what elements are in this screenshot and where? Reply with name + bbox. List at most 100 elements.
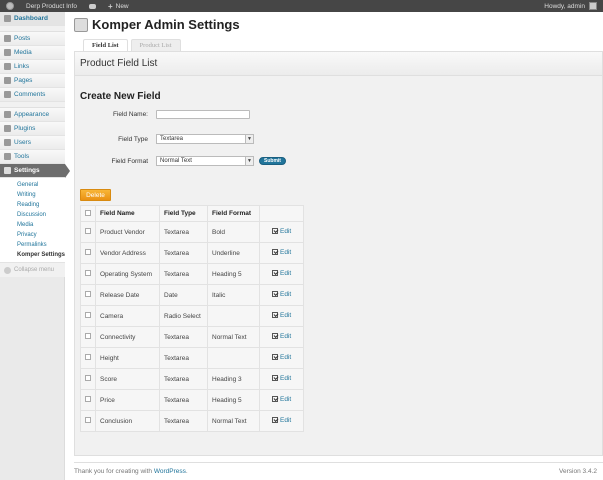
edit-label: Edit xyxy=(280,332,292,340)
edit-icon xyxy=(272,417,278,424)
actions-cell: Edit xyxy=(259,221,304,243)
edit-link[interactable]: Edit xyxy=(264,417,291,424)
row-checkbox[interactable] xyxy=(85,333,91,339)
row-checkbox[interactable] xyxy=(85,354,91,360)
edit-icon xyxy=(272,312,278,319)
edit-icon xyxy=(272,249,278,256)
edit-link[interactable]: Edit xyxy=(264,312,291,319)
edit-link[interactable]: Edit xyxy=(264,396,291,403)
row-checkbox[interactable] xyxy=(85,396,91,402)
menu-item-dashboard[interactable]: Dashboard xyxy=(0,12,65,26)
row-checkbox[interactable] xyxy=(85,291,91,297)
my-account-menu[interactable]: Howdy, admin xyxy=(538,0,603,12)
actions-cell: Edit xyxy=(259,305,304,327)
site-name-link[interactable]: Derp Product Info xyxy=(20,0,83,12)
users-icon xyxy=(4,139,11,146)
field-format-cell: Normal Text xyxy=(207,326,260,348)
new-content-menu[interactable]: + New xyxy=(102,0,135,12)
table-row: Camera Radio Select Edit xyxy=(80,305,304,327)
delete-button[interactable]: Delete xyxy=(80,189,111,201)
field-type-cell: Textarea xyxy=(159,242,208,264)
footer-thanks-suffix: . xyxy=(185,468,188,475)
row-checkbox[interactable] xyxy=(85,228,91,234)
submenu-item-komper-settings[interactable]: Komper Settings xyxy=(0,250,65,260)
menu-label: Settings xyxy=(14,167,40,174)
submenu-item-media[interactable]: Media xyxy=(0,220,65,230)
table-row: Conclusion Textarea Normal Text Edit xyxy=(80,410,304,432)
column-header-actions xyxy=(259,205,304,222)
wordpress-logo-icon xyxy=(6,2,14,10)
pin-icon xyxy=(4,35,11,42)
row-select-cell xyxy=(80,389,96,411)
submit-button[interactable]: Submit xyxy=(259,157,286,165)
field-format-cell: Heading 3 xyxy=(207,368,260,390)
tools-icon xyxy=(4,153,11,160)
menu-item-comments[interactable]: Comments xyxy=(0,88,65,102)
submenu-item-general[interactable]: General xyxy=(0,180,65,190)
row-checkbox[interactable] xyxy=(85,417,91,423)
field-type-select[interactable]: Textarea ▼ xyxy=(156,134,254,144)
tab-field-list[interactable]: Field List xyxy=(83,39,128,51)
edit-label: Edit xyxy=(280,416,292,424)
edit-label: Edit xyxy=(280,269,292,277)
fields-table: Field Name Field Type Field Format Produ… xyxy=(80,205,304,432)
menu-item-plugins[interactable]: Plugins xyxy=(0,122,65,136)
select-all-checkbox[interactable] xyxy=(85,209,91,216)
pages-icon xyxy=(4,77,11,84)
submenu-item-writing[interactable]: Writing xyxy=(0,190,65,200)
edit-link[interactable]: Edit xyxy=(264,291,291,298)
field-format-cell xyxy=(207,305,260,327)
menu-item-links[interactable]: Links xyxy=(0,60,65,74)
field-type-cell: Textarea xyxy=(159,410,208,432)
submenu-item-privacy[interactable]: Privacy xyxy=(0,230,65,240)
row-select-cell xyxy=(80,410,96,432)
edit-link[interactable]: Edit xyxy=(264,375,291,382)
field-format-select[interactable]: Normal Text ▼ xyxy=(156,156,254,166)
field-type-cell: Textarea xyxy=(159,389,208,411)
field-format-cell: Normal Text xyxy=(207,410,260,432)
collapse-menu-button[interactable]: Collapse menu xyxy=(0,263,65,277)
edit-link[interactable]: Edit xyxy=(264,333,291,340)
menu-item-pages[interactable]: Pages xyxy=(0,74,65,88)
menu-label: Comments xyxy=(14,91,46,98)
submenu-item-reading[interactable]: Reading xyxy=(0,200,65,210)
edit-link[interactable]: Edit xyxy=(264,228,291,235)
field-type-cell: Textarea xyxy=(159,326,208,348)
comments-link[interactable] xyxy=(83,0,102,12)
menu-item-users[interactable]: Users xyxy=(0,136,65,150)
row-select-cell xyxy=(80,368,96,390)
menu-item-appearance[interactable]: Appearance xyxy=(0,108,65,122)
row-checkbox[interactable] xyxy=(85,312,91,318)
field-type-cell: Textarea xyxy=(159,347,208,369)
row-select-cell xyxy=(80,221,96,243)
submenu-item-discussion[interactable]: Discussion xyxy=(0,210,65,220)
menu-item-tools[interactable]: Tools xyxy=(0,150,65,164)
field-name-cell: Release Date xyxy=(95,284,160,306)
row-checkbox[interactable] xyxy=(85,375,91,381)
appearance-icon xyxy=(4,111,11,118)
row-checkbox[interactable] xyxy=(85,249,91,255)
field-name-input[interactable] xyxy=(156,110,250,119)
menu-item-posts[interactable]: Posts xyxy=(0,32,65,46)
edit-link[interactable]: Edit xyxy=(264,249,291,256)
tab-bar: Field List Product List xyxy=(83,39,184,51)
menu-item-settings[interactable]: Settings xyxy=(0,164,70,178)
row-checkbox[interactable] xyxy=(85,270,91,276)
table-row: Price Textarea Heading 5 Edit xyxy=(80,389,304,411)
row-select-cell xyxy=(80,242,96,264)
field-name-cell: Price xyxy=(95,389,160,411)
submenu-item-permalinks[interactable]: Permalinks xyxy=(0,240,65,250)
edit-icon xyxy=(272,333,278,340)
edit-link[interactable]: Edit xyxy=(264,354,291,361)
settings-page-icon xyxy=(74,17,88,32)
settings-icon xyxy=(4,167,11,174)
wordpress-link[interactable]: WordPress xyxy=(154,468,186,475)
tab-product-list[interactable]: Product List xyxy=(130,39,181,51)
edit-link[interactable]: Edit xyxy=(264,270,291,277)
row-select-cell xyxy=(80,305,96,327)
wp-logo-menu[interactable] xyxy=(0,0,20,12)
field-format-cell: Underline xyxy=(207,242,260,264)
edit-label: Edit xyxy=(280,290,292,298)
menu-item-media[interactable]: Media xyxy=(0,46,65,60)
field-name-cell: Vendor Address xyxy=(95,242,160,264)
